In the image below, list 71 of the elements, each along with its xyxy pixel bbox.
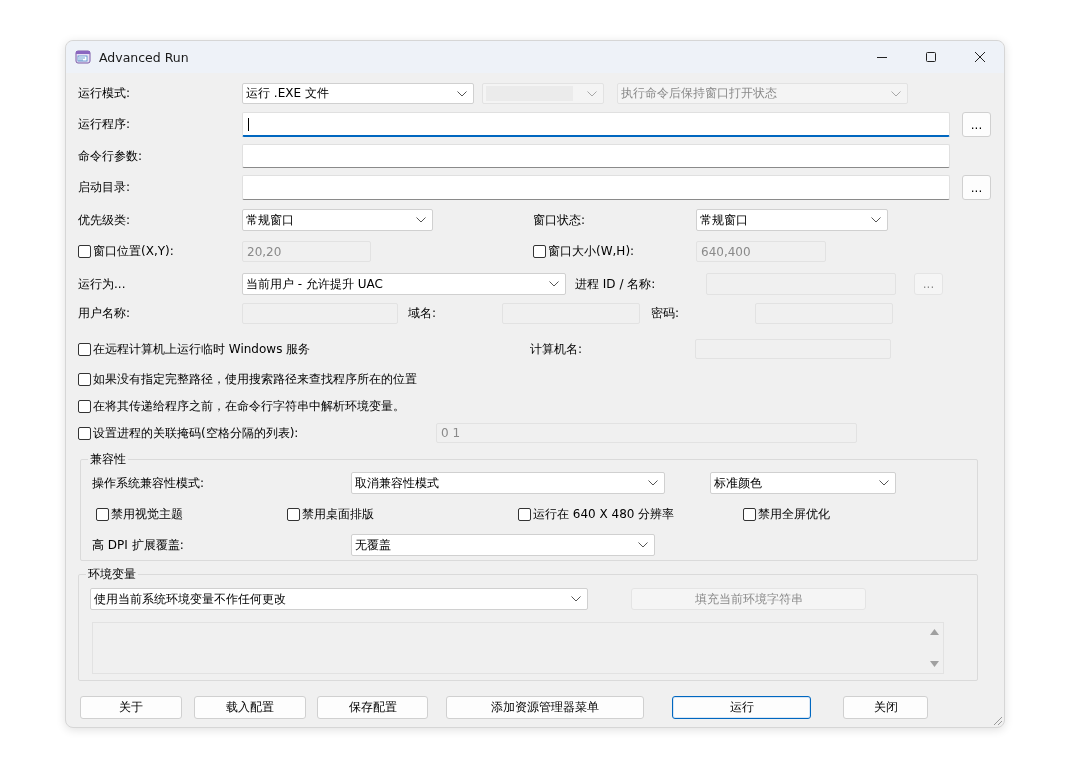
dropdown[interactable]: 当前用户 - 允许提升 UAC [242, 273, 566, 295]
dropdown[interactable]: 无覆盖 [351, 534, 655, 556]
chevron-down-icon [587, 90, 597, 97]
checkbox[interactable] [96, 507, 109, 521]
chevron-down-icon [416, 217, 426, 223]
checkbox-label: 窗口位置(X,Y): [93, 243, 174, 260]
dialog-button[interactable]: 保存配置 [317, 696, 428, 719]
dropdown[interactable]: 标准颜色 [710, 472, 896, 494]
checkbox-label: 如果没有指定完整路径，使用搜索路径来查找程序所在的位置 [93, 370, 417, 388]
field-label: 操作系统兼容性模式: [92, 474, 206, 492]
text-cursor [248, 118, 249, 131]
group-label: 环境变量 [87, 566, 137, 583]
checkbox-label: 窗口大小(W,H): [548, 243, 635, 260]
chevron-down-icon [871, 217, 881, 223]
checkbox[interactable] [743, 507, 756, 521]
checkbox-label: 设置进程的关联掩码(空格分隔的列表): [93, 424, 299, 442]
checkbox-label: 禁用全屏优化 [758, 505, 830, 523]
checkbox-label: 运行在 640 X 480 分辨率 [533, 505, 675, 523]
dropdown[interactable]: 使用当前系统环境变量不作任何更改 [90, 588, 588, 610]
field-label: 计算机名: [530, 340, 584, 358]
field-label: 命令行参数: [78, 147, 144, 165]
group-label: 兼容性 [89, 451, 127, 468]
field-label: 运行程序: [78, 116, 132, 133]
checkbox-label: 禁用视觉主题 [111, 505, 183, 523]
checkbox[interactable] [78, 372, 91, 386]
field-label: 运行为... [78, 275, 127, 293]
chevron-down-icon [571, 596, 581, 602]
chevron-down-icon [638, 542, 648, 548]
dialog-button[interactable]: 运行 [672, 696, 811, 719]
field-label: 密码: [651, 305, 681, 322]
chevron-down-icon [457, 90, 467, 97]
chevron-down-icon [891, 90, 901, 97]
checkbox[interactable] [78, 426, 91, 440]
checkbox[interactable] [287, 507, 300, 521]
scroll-down-icon[interactable] [929, 661, 939, 667]
app-window-icon [75, 50, 91, 64]
dialog-button[interactable]: 添加资源管理器菜单 [446, 696, 644, 719]
field-label: 进程 ID / 名称: [575, 275, 657, 293]
chevron-down-icon [879, 480, 889, 486]
chevron-down-icon [648, 480, 658, 486]
text-field[interactable] [242, 144, 950, 168]
checkbox[interactable] [78, 342, 91, 356]
browse-button[interactable]: ... [962, 175, 991, 200]
text-field[interactable] [242, 112, 950, 137]
field-label: 运行模式: [78, 85, 132, 102]
checkbox-label: 在将其传递给程序之前，在命令行字符串中解析环境变量。 [93, 397, 405, 415]
dropdown[interactable]: 运行 .EXE 文件 [242, 83, 474, 104]
field-label: 用户名称: [78, 305, 132, 322]
dialog-button[interactable]: 关闭 [843, 696, 928, 719]
field-label: 启动目录: [78, 179, 132, 196]
checkbox-label: 禁用桌面排版 [302, 505, 374, 523]
field-label: 域名: [408, 305, 438, 322]
dropdown[interactable]: 常规窗口 [242, 209, 433, 231]
checkbox[interactable] [518, 507, 531, 521]
field-label: 优先级类: [78, 211, 132, 229]
dialog-button[interactable]: 关于 [80, 696, 182, 719]
chevron-down-icon [549, 281, 559, 287]
checkbox[interactable] [78, 399, 91, 413]
dropdown[interactable]: 常规窗口 [696, 209, 888, 231]
text-field[interactable] [242, 175, 950, 200]
dialog-button[interactable]: 载入配置 [194, 696, 306, 719]
scroll-up-icon[interactable] [929, 629, 939, 635]
dropdown[interactable]: 取消兼容性模式 [351, 472, 665, 494]
close-icon [973, 51, 986, 63]
field-label: 高 DPI 扩展覆盖: [92, 536, 185, 554]
resize-grip-icon[interactable] [991, 714, 1003, 726]
maximize-icon [924, 51, 937, 63]
field-label: 窗口状态: [533, 211, 587, 229]
window-title: Advanced Run [99, 49, 189, 65]
browse-button[interactable]: ... [962, 112, 991, 137]
checkbox-label: 在远程计算机上运行临时 Windows 服务 [93, 340, 311, 358]
